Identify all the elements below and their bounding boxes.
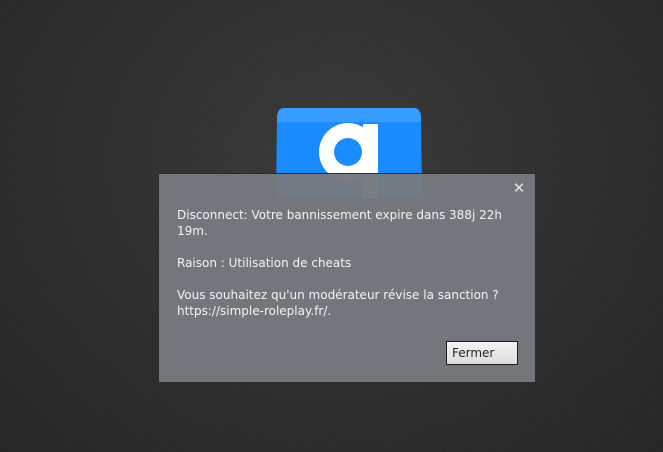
close-button[interactable]: Fermer [446,341,518,365]
disconnect-message: Disconnect: Votre bannissement expire da… [177,208,502,318]
disconnect-dialog: ✕ Disconnect: Votre bannissement expire … [158,173,536,383]
close-icon[interactable]: ✕ [511,180,527,196]
